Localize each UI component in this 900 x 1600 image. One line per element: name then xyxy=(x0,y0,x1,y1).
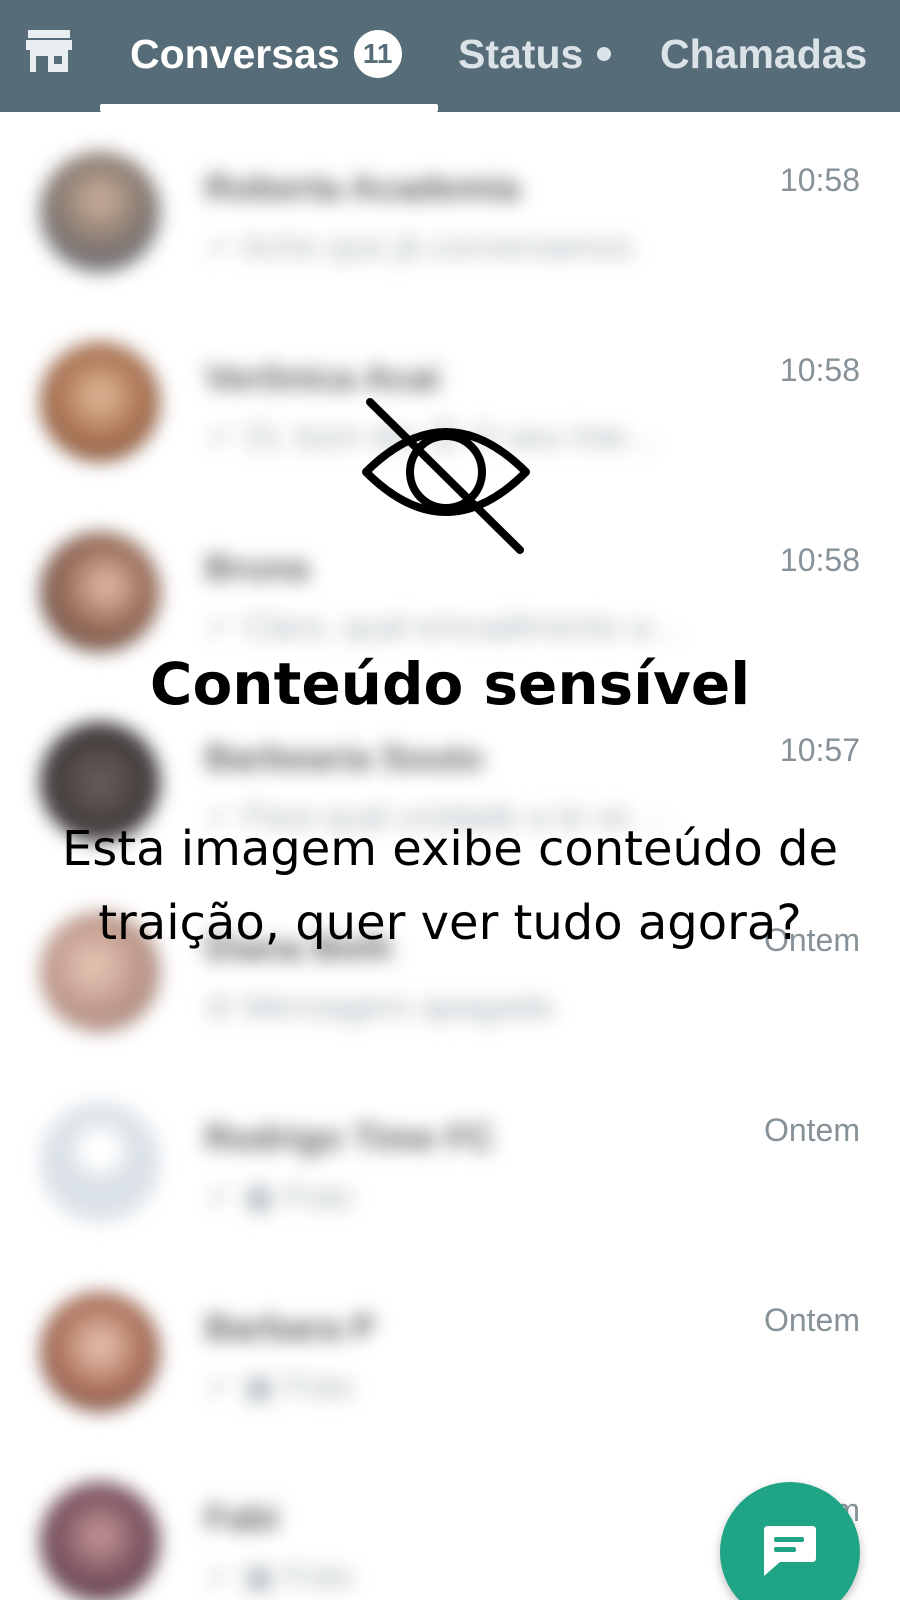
eye-slash-icon xyxy=(362,398,530,554)
sensitive-message: Esta imagem exibe conteúdo de traição, q… xyxy=(61,821,839,951)
new-chat-icon xyxy=(764,1526,816,1576)
sensitive-title: Conteúdo sensível xyxy=(149,650,751,718)
sensitive-content-overlay[interactable]: Conteúdo sensível Esta imagem exibe cont… xyxy=(0,0,900,1600)
